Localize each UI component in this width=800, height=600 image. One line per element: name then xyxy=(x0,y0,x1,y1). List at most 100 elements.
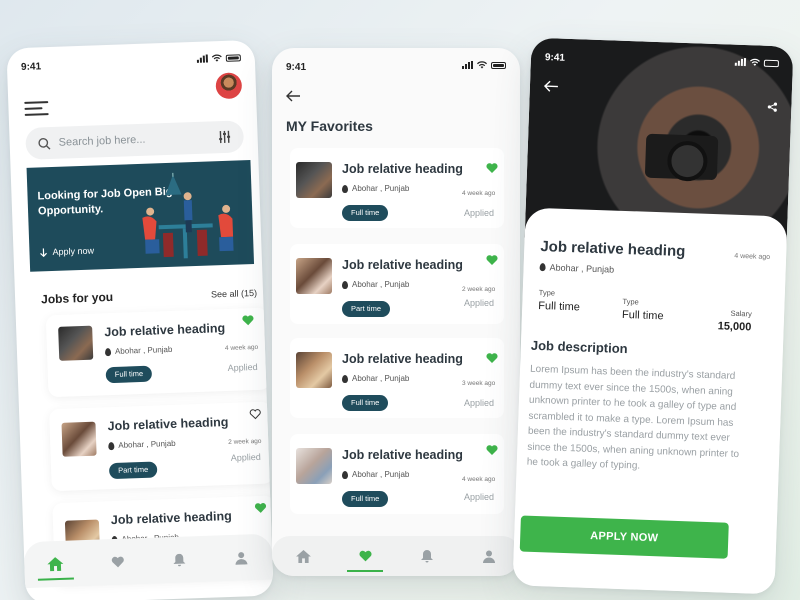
job-type-badge: Part time xyxy=(108,461,158,480)
promo-banner[interactable]: Looking for Job Open Big Opportunity. Ap… xyxy=(26,160,255,272)
location-pin-icon xyxy=(342,470,348,479)
tab-favorites[interactable] xyxy=(345,536,385,576)
favorite-job-card[interactable]: Job relative heading Abohar , Punjab 4 w… xyxy=(290,434,504,514)
job-time-ago: 3 week ago xyxy=(462,380,496,387)
wifi-icon xyxy=(749,58,760,66)
job-type-badge: Part time xyxy=(342,301,391,317)
job-title: Job relative heading xyxy=(342,448,463,462)
job-thumbnail xyxy=(61,421,97,457)
tab-notifications[interactable] xyxy=(159,539,200,580)
avatar[interactable] xyxy=(215,72,243,100)
favorite-job-card[interactable]: Job relative heading Abohar , Punjab 3 w… xyxy=(290,338,504,418)
job-thumbnail xyxy=(296,448,332,484)
wifi-icon xyxy=(477,61,487,69)
profile-icon xyxy=(235,551,248,565)
meta-value: 15,000 xyxy=(717,320,752,334)
job-time-ago: 4 week ago xyxy=(224,343,259,353)
job-card[interactable]: Job relative heading Abohar , Punjab 2 w… xyxy=(48,401,274,492)
status-icons xyxy=(196,53,241,63)
heart-icon xyxy=(111,556,124,568)
tab-favorites[interactable] xyxy=(97,541,138,582)
location-pin-icon xyxy=(108,441,115,450)
share-icon[interactable] xyxy=(767,102,778,112)
job-time-ago: 2 week ago xyxy=(228,437,262,446)
heart-filled-icon[interactable] xyxy=(486,254,498,266)
status-time: 9:41 xyxy=(544,52,566,64)
location-pin-icon xyxy=(539,263,546,272)
banner-link-label: Apply now xyxy=(52,245,95,258)
bottom-nav xyxy=(23,533,274,589)
job-status: Applied xyxy=(464,208,495,218)
job-time-ago: 4 week ago xyxy=(734,252,771,262)
battery-icon xyxy=(225,54,241,62)
camera-photo xyxy=(644,133,719,181)
job-status: Applied xyxy=(227,361,258,373)
back-arrow-icon[interactable] xyxy=(286,90,300,102)
job-location: Abohar , Punjab xyxy=(342,184,409,193)
profile-icon xyxy=(483,550,495,563)
banner-apply-link[interactable]: Apply now xyxy=(39,246,94,258)
job-salary: Salary 15,000 xyxy=(717,308,752,334)
location-pin-icon xyxy=(342,374,348,383)
job-title: Job relative heading xyxy=(342,352,463,366)
home-icon xyxy=(295,549,311,563)
tab-home[interactable] xyxy=(35,543,76,584)
tab-profile[interactable] xyxy=(469,536,509,576)
meta-label: Type xyxy=(538,288,556,298)
search-placeholder: Search job here... xyxy=(58,133,146,149)
signal-icon xyxy=(196,54,208,63)
apply-now-button[interactable]: APPLY NOW xyxy=(519,515,729,559)
meta-label: Salary xyxy=(730,308,752,319)
job-title: Job relative heading xyxy=(342,162,463,176)
job-thumbnail xyxy=(296,258,332,294)
location-pin-icon xyxy=(342,184,348,193)
battery-icon xyxy=(491,62,506,69)
job-type-badge: Full time xyxy=(105,365,153,384)
job-status: Applied xyxy=(464,298,495,308)
job-type-badge: Full time xyxy=(342,205,389,221)
status-bar: 9:41 xyxy=(6,40,255,79)
job-thumbnail xyxy=(296,162,332,198)
job-detail-panel: Job relative heading 4 week ago Abohar ,… xyxy=(512,207,788,595)
battery-icon xyxy=(763,59,780,68)
section-title: Jobs for you xyxy=(40,289,114,307)
favorite-job-card[interactable]: Job relative heading Abohar , Punjab 2 w… xyxy=(290,244,504,324)
see-all-link[interactable]: See all (15) xyxy=(211,288,257,300)
job-time-ago: 2 week ago xyxy=(462,286,496,293)
description-heading: Job description xyxy=(530,337,628,357)
home-screen: 9:41 Search job here... Looking for Job … xyxy=(6,39,274,600)
filter-icon[interactable] xyxy=(217,130,231,144)
job-type-2: Type Full time xyxy=(622,297,664,322)
heart-filled-icon[interactable] xyxy=(486,162,498,174)
tab-profile[interactable] xyxy=(221,537,262,578)
meta-value: Full time xyxy=(538,299,581,314)
search-input[interactable]: Search job here... xyxy=(25,120,245,160)
tab-home[interactable] xyxy=(283,536,323,576)
job-status: Applied xyxy=(464,398,495,408)
jobs-section-header: Jobs for you See all (15) xyxy=(41,285,257,307)
heart-filled-icon[interactable] xyxy=(242,314,254,326)
meeting-illustration xyxy=(142,172,234,259)
heart-outline-icon[interactable] xyxy=(249,408,261,420)
job-status: Applied xyxy=(464,492,495,502)
menu-icon[interactable] xyxy=(24,101,49,116)
heart-filled-icon[interactable] xyxy=(486,444,498,456)
status-icons xyxy=(462,61,506,69)
job-thumbnail xyxy=(58,325,94,361)
job-card[interactable]: Job relative heading Abohar , Punjab 4 w… xyxy=(45,307,271,398)
job-location: Abohar , Punjab xyxy=(539,262,614,275)
arrow-down-icon xyxy=(40,247,47,257)
status-icons xyxy=(734,58,780,68)
job-type-badge: Full time xyxy=(342,491,389,507)
heart-filled-icon[interactable] xyxy=(254,502,267,514)
back-arrow-icon[interactable] xyxy=(543,80,558,92)
signal-icon xyxy=(462,61,473,69)
job-time-ago: 4 week ago xyxy=(462,476,496,483)
favorite-job-card[interactable]: Job relative heading Abohar , Punjab 4 w… xyxy=(290,148,504,228)
tab-notifications[interactable] xyxy=(407,536,447,576)
job-title: Job relative heading xyxy=(107,414,229,434)
heart-filled-icon[interactable] xyxy=(486,352,498,364)
favorites-screen: 9:41 MY Favorites Job relative heading A… xyxy=(272,48,520,576)
bell-icon xyxy=(173,553,186,566)
heart-icon xyxy=(358,550,372,562)
